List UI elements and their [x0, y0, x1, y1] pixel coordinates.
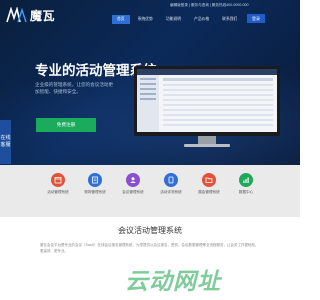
register-button[interactable]: 免费注册 [36, 118, 96, 132]
header: 魔瓦 编辑版登录 | 服务与咨询 | 服务热线400-0000-000 首页 系… [0, 0, 300, 28]
feature-label: 会议管理系统 [122, 190, 144, 194]
logo-text: 魔瓦 [30, 8, 56, 23]
main-nav: 首页 系统优势 功能说明 产品价格 联系我们 [112, 15, 245, 24]
people-icon [126, 173, 140, 187]
side-tab-line1: 在线 [0, 135, 11, 141]
side-tab-line2: 客服 [0, 142, 11, 148]
top-links[interactable]: 编辑版登录 | 服务与咨询 | 服务热线400-0000-000 [170, 3, 249, 8]
hero-banner: 魔瓦 编辑版登录 | 服务与咨询 | 服务热线400-0000-000 首页 系… [0, 0, 300, 165]
feature-data[interactable]: 数据中心 [228, 173, 264, 195]
feature-label: 现场管理系统 [84, 190, 106, 194]
monitor-illustration [134, 66, 280, 147]
feature-activity[interactable]: 活动管理系统 [40, 173, 76, 195]
hero-subtitle: 企业级的管理系统，让您的会议活动更加智能、快捷和安全。 [35, 82, 114, 94]
logo-icon [6, 7, 27, 23]
tablet-icon [164, 173, 178, 187]
feature-meeting[interactable]: 会议管理系统 [115, 173, 151, 195]
feature-onsite[interactable]: 现场管理系统 [77, 173, 113, 195]
nav-item-pricing[interactable]: 产品价格 [189, 15, 214, 24]
feature-label: 活动评测系统 [160, 190, 182, 194]
chart-icon [239, 173, 253, 187]
feature-exhibition[interactable]: 展会管理系统 [191, 173, 227, 195]
logo[interactable]: 魔瓦 [6, 6, 55, 24]
section-body: 魔瓦会议平台是专业的会议（SaaS）在线会议报名管理系统，为您提供从会议报名、签… [40, 243, 259, 253]
login-button[interactable]: 登录 [247, 14, 265, 23]
nav-item-contact[interactable]: 联系我们 [217, 15, 242, 24]
feature-label: 数据中心 [238, 190, 254, 194]
feature-label: 展会管理系统 [198, 190, 220, 194]
feature-label: 活动管理系统 [47, 190, 69, 194]
calendar-icon [51, 173, 65, 187]
feature-strip: 活动管理系统 现场管理系统 会议管理系统 活动评测系统 展会管理系统 数据中心 [0, 165, 300, 217]
online-service-tab[interactable]: 在线 客服 [0, 120, 11, 164]
nav-item-advantages[interactable]: 系统优势 [133, 15, 158, 24]
nav-item-home[interactable]: 首页 [112, 15, 130, 24]
clipboard-icon [88, 173, 102, 187]
folder-icon [202, 173, 216, 187]
section-title: 会议活动管理系统 [118, 226, 182, 235]
feature-evaluation[interactable]: 活动评测系统 [153, 173, 189, 195]
watermark: 云动网址 [125, 268, 221, 294]
nav-item-features[interactable]: 功能说明 [161, 15, 186, 24]
